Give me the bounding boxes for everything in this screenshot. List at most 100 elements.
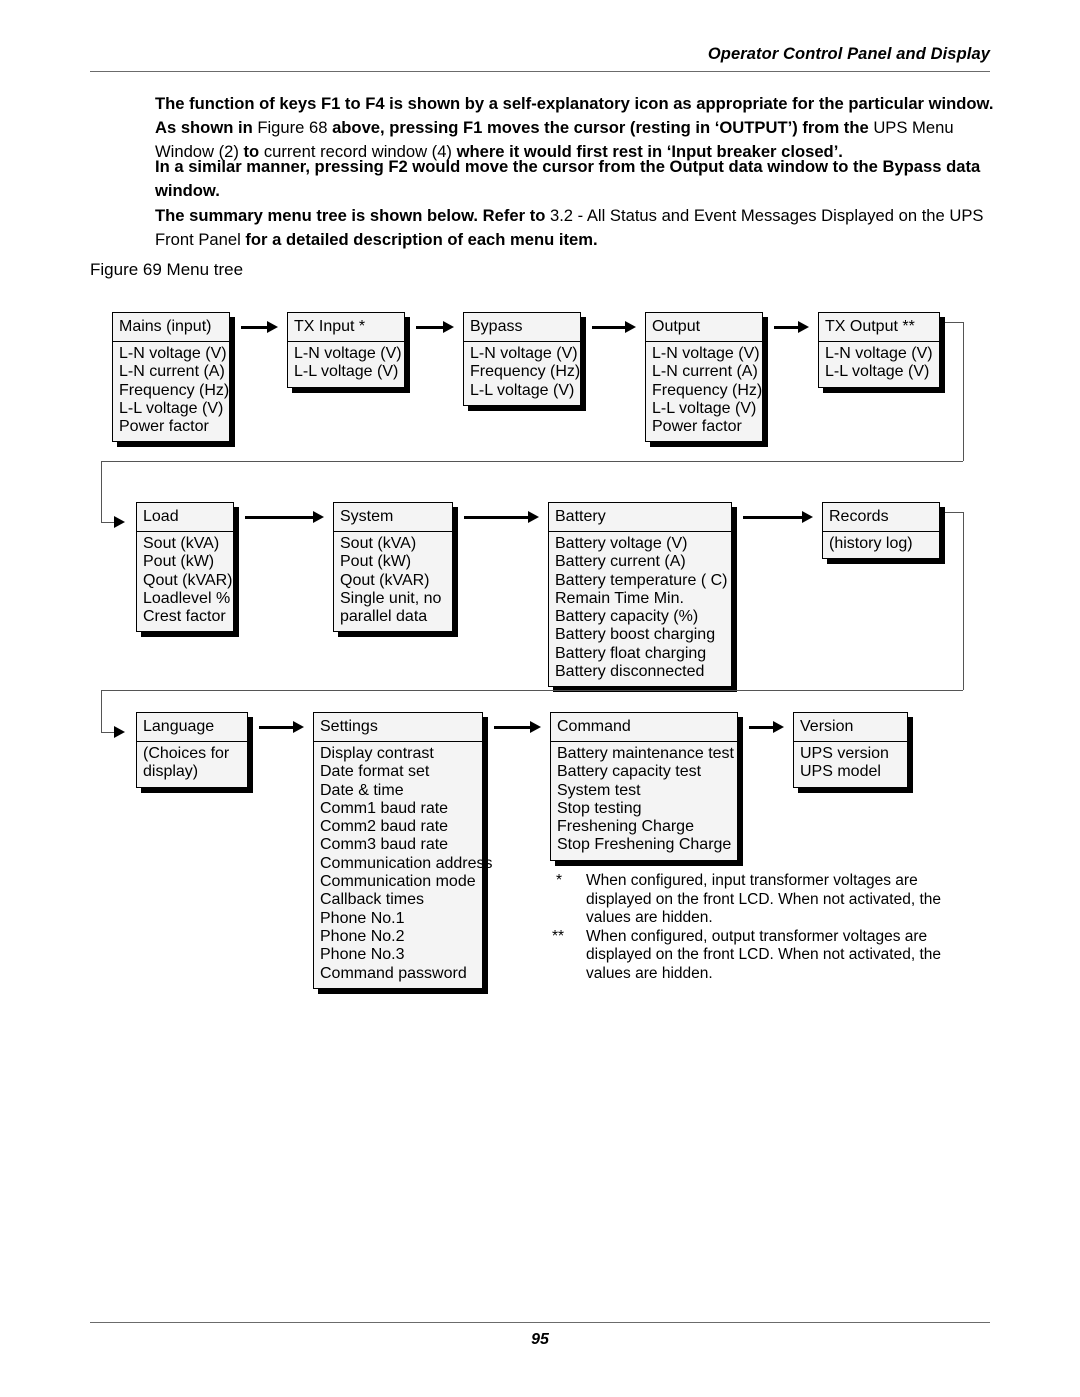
menu-node-item: Phone No.1 [320, 909, 405, 927]
connector-segment [963, 322, 964, 461]
arrow-shaft [774, 325, 799, 329]
connector-segment [101, 690, 963, 691]
arrow-head-icon [313, 511, 324, 523]
flow-arrow [259, 721, 304, 733]
footnote-text: When configured, output transformer volt… [586, 927, 941, 982]
connector-segment [101, 461, 963, 462]
flow-arrow [774, 321, 809, 333]
menu-node-mains-input[interactable]: Mains (input) L-N voltage (V) L-N current … [112, 312, 230, 443]
menu-node-item: Power factor [119, 418, 209, 436]
flow-arrow [749, 721, 784, 733]
menu-node-load[interactable]: Load Sout (kVA) Pout (kW) Qout (kVAR) Loadle… [136, 502, 234, 633]
menu-node-item: Qout (kVAR) [143, 571, 233, 589]
footnote-marker: ** [552, 927, 565, 945]
menu-node-title: Output [646, 313, 762, 342]
menu-node-items: L-N voltage (V) Frequency (Hz) L-L voltage… [464, 342, 580, 405]
menu-node-item: Power factor [652, 418, 742, 436]
menu-node-version[interactable]: Version UPS version UPS model [793, 712, 908, 788]
flow-arrow [494, 721, 541, 733]
menu-node-item: L-N voltage (V) [825, 345, 933, 362]
connector-arrow-head-icon [114, 516, 125, 528]
menu-node-item: Sout (kVA) [340, 535, 417, 552]
menu-node-item: L-L voltage (V) [119, 399, 224, 417]
menu-node-system[interactable]: System Sout (kVA) Pout (kW) Qout (kVAR) Sing… [333, 502, 453, 633]
menu-node-item: Date & time [320, 781, 404, 799]
menu-node-title: TX Input * [288, 313, 404, 342]
menu-node-output[interactable]: Output L-N voltage (V) L-N current (A) Freq… [645, 312, 763, 443]
document-page: Operator Control Panel and Display The f… [0, 0, 1080, 1397]
menu-node-item: (history log) [829, 535, 913, 552]
menu-node-item: L-N current (A) [119, 363, 225, 381]
menu-node-tx-input[interactable]: TX Input * L-N voltage (V) L-L voltage (V) [287, 312, 405, 388]
menu-node-records[interactable]: Records (history log) [822, 502, 940, 560]
arrow-head-icon [625, 321, 636, 333]
menu-node-item: L-N voltage (V) [119, 345, 227, 362]
arrow-shaft [245, 515, 314, 519]
menu-node-items: L-N voltage (V) L-L voltage (V) [819, 342, 939, 387]
menu-node-item: Communication mode [320, 873, 476, 891]
arrow-shaft [743, 515, 803, 519]
connector-segment [945, 322, 963, 323]
menu-node-title: Settings [314, 713, 482, 742]
arrow-head-icon [267, 321, 278, 333]
menu-node-command[interactable]: Command Battery maintenance test Battery c… [550, 712, 738, 861]
menu-node-tx-output[interactable]: TX Output ** L-N voltage (V) L-L voltage (… [818, 312, 940, 388]
menu-node-items: Sout (kVA) Pout (kW) Qout (kVAR) Single uni… [334, 532, 452, 631]
arrow-head-icon [443, 321, 454, 333]
menu-node-item: Frequency (Hz) [652, 381, 763, 399]
menu-node-item: L-N voltage (V) [294, 345, 402, 362]
menu-node-items: Battery voltage (V) Battery current (A) Ba… [549, 532, 731, 686]
flow-arrow [416, 321, 454, 333]
menu-node-item: Display contrast [320, 745, 434, 762]
menu-node-item: L-L voltage (V) [294, 363, 399, 381]
menu-node-item: Phone No.2 [320, 927, 405, 945]
menu-node-item: Stop testing [557, 799, 642, 817]
menu-node-item: System test [557, 781, 641, 799]
menu-node-title: System [334, 503, 452, 532]
connector-segment [101, 522, 115, 523]
menu-node-item: L-N voltage (V) [652, 345, 760, 362]
menu-node-item: Comm3 baud rate [320, 836, 449, 854]
menu-node-battery[interactable]: Battery Battery voltage (V) Battery curren… [548, 502, 732, 688]
menu-node-item: Communication address [320, 854, 493, 872]
menu-node-item: Crest factor [143, 608, 226, 626]
menu-node-items: Battery maintenance test Battery capacity… [551, 742, 737, 860]
menu-node-items: L-N voltage (V) L-N current (A) Frequency … [113, 342, 229, 441]
menu-node-items: L-N voltage (V) L-N current (A) Frequency … [646, 342, 762, 441]
menu-node-item: Loadlevel % [143, 589, 231, 607]
arrow-shaft [749, 725, 774, 729]
menu-node-item: display) [143, 763, 199, 781]
menu-node-item: Phone No.3 [320, 946, 405, 964]
menu-node-items: UPS version UPS model [794, 742, 907, 787]
menu-node-item: L-L voltage (V) [825, 363, 930, 381]
footnote: * When configured, input transformer volt… [556, 872, 976, 928]
menu-node-item: Comm1 baud rate [320, 799, 449, 817]
menu-node-title: Battery [549, 503, 731, 532]
menu-node-item: UPS version [800, 745, 889, 762]
arrow-shaft [494, 725, 531, 729]
menu-node-item: L-N voltage (V) [470, 345, 578, 362]
arrow-head-icon [293, 721, 304, 733]
menu-node-item: parallel data [340, 608, 428, 626]
menu-node-items: L-N voltage (V) L-L voltage (V) [288, 342, 404, 387]
page-number: 95 [531, 1331, 549, 1348]
menu-node-item: Comm2 baud rate [320, 818, 449, 836]
menu-tree-diagram: Mains (input) L-N voltage (V) L-N current … [0, 0, 1080, 1000]
menu-node-item: Battery disconnected [555, 663, 705, 681]
menu-node-bypass[interactable]: Bypass L-N voltage (V) Frequency (Hz) L-L v… [463, 312, 581, 406]
menu-node-item: Callback times [320, 891, 425, 909]
menu-node-title: Bypass [464, 313, 580, 342]
menu-node-item: Pout (kW) [143, 553, 215, 571]
footnote-marker: * [556, 872, 563, 889]
arrow-head-icon [773, 721, 784, 733]
menu-node-settings[interactable]: Settings Display contrast Date format set D… [313, 712, 493, 989]
menu-node-item: Remain Time Min. [555, 589, 684, 607]
menu-node-title: Records [823, 503, 939, 532]
arrow-shaft [592, 325, 626, 329]
menu-node-item: Pout (kW) [340, 553, 412, 571]
arrow-shaft [416, 325, 444, 329]
connector-segment [101, 690, 102, 732]
menu-node-language[interactable]: Language (Choices for display) [136, 712, 248, 788]
connector-segment [963, 512, 964, 690]
arrow-head-icon [802, 511, 813, 523]
